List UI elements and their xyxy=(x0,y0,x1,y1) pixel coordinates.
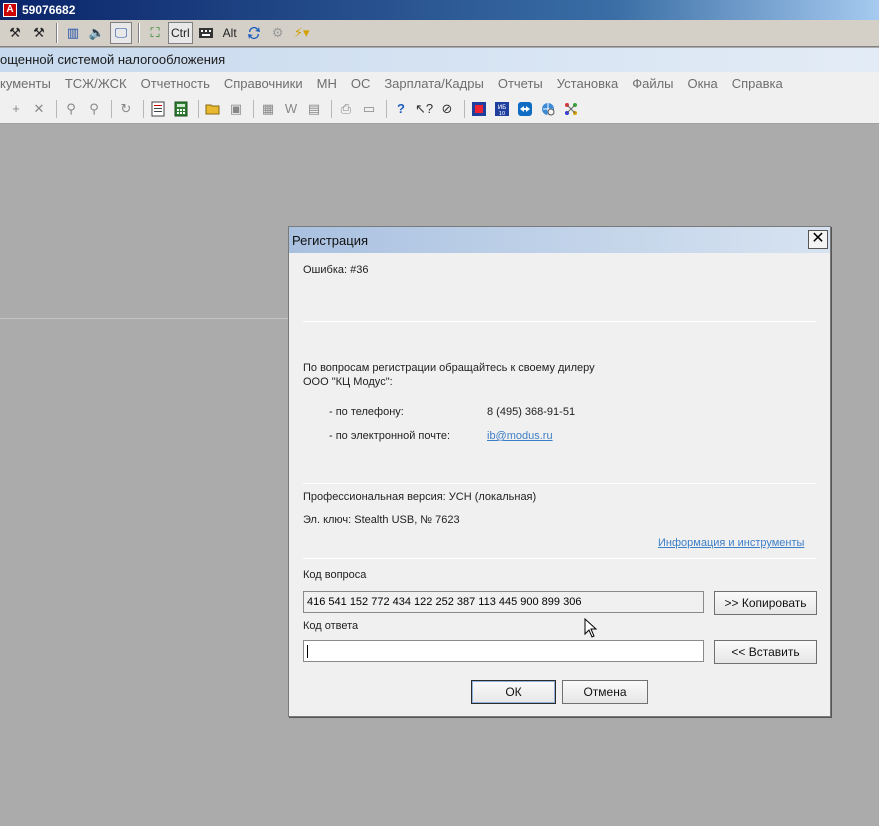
speaker-icon[interactable]: 🔈 xyxy=(86,22,108,44)
cancel-button[interactable]: Отмена xyxy=(562,680,648,704)
compass-icon[interactable]: ⊘ xyxy=(437,99,457,119)
menu-files[interactable]: Файлы xyxy=(625,76,680,91)
alt-key-button[interactable]: Alt xyxy=(219,22,241,44)
preview-icon[interactable]: ▭ xyxy=(359,99,379,119)
toolbar-separator xyxy=(56,99,57,118)
print-icon[interactable]: ⎙ xyxy=(336,99,356,119)
monitor-icon[interactable]: 🖵 xyxy=(110,22,132,44)
excel-icon[interactable]: ▦ xyxy=(258,99,278,119)
menu-mn[interactable]: МН xyxy=(310,76,344,91)
network-icon[interactable] xyxy=(561,99,581,119)
phone-label: - по телефону: xyxy=(329,406,404,418)
toolbar-separator xyxy=(331,99,332,118)
question-code-field[interactable]: 416 541 152 772 434 122 252 387 113 445 … xyxy=(303,591,704,613)
menu-setup[interactable]: Установка xyxy=(550,76,625,91)
app-toolbar: + ✕ ⚲ ⚲ ↻ ▣ ▦ W ▤ ⎙ ▭ ? ↖? ⊘ ИБ 10 xyxy=(0,94,879,124)
connect-icon[interactable]: ⚙ xyxy=(267,22,289,44)
registration-dialog: Регистрация ✕ Ошибка: #36 По вопросам ре… xyxy=(288,226,831,717)
context-help-icon[interactable]: ↖? xyxy=(414,99,434,119)
divider xyxy=(303,558,816,559)
error-text: Ошибка: #36 xyxy=(303,264,369,276)
answer-code-label: Код ответа xyxy=(303,620,359,632)
toolbar-separator xyxy=(143,99,144,118)
version-text: Профессиональная версия: УСН (локальная) xyxy=(303,491,537,503)
tools-alt-icon[interactable]: ⚒ xyxy=(28,22,50,44)
lightning-dropdown-icon[interactable]: ⚡▾ xyxy=(291,22,313,44)
teamviewer-icon[interactable] xyxy=(515,99,535,119)
menu-reports[interactable]: Отчеты xyxy=(491,76,550,91)
toolbar-separator xyxy=(253,99,254,118)
save-icon[interactable]: ▣ xyxy=(226,99,246,119)
answer-code-field[interactable] xyxy=(303,640,704,662)
book-icon[interactable] xyxy=(469,99,489,119)
menu-help[interactable]: Справка xyxy=(725,76,790,91)
add-icon[interactable]: + xyxy=(6,99,26,119)
email-label: - по электронной почте: xyxy=(329,430,451,442)
email-link[interactable]: ib@modus.ru xyxy=(487,430,553,442)
text-caret xyxy=(307,644,308,658)
menu-windows[interactable]: Окна xyxy=(681,76,725,91)
menu-directories[interactable]: Справочники xyxy=(217,76,310,91)
workspace-line xyxy=(0,318,289,319)
word-icon[interactable]: W xyxy=(281,99,301,119)
contact-line-2: ООО "КЦ Модус": xyxy=(303,376,393,388)
copy-button[interactable]: >> Копировать xyxy=(714,591,817,615)
info-tools-link[interactable]: Информация и инструменты xyxy=(658,537,804,549)
menu-payroll[interactable]: Зарплата/Кадры xyxy=(377,76,491,91)
key-text: Эл. ключ: Stealth USB, № 7623 xyxy=(303,514,460,526)
web-icon[interactable] xyxy=(538,99,558,119)
filter-icon[interactable]: ⚲ xyxy=(61,99,81,119)
remote-title-text: 59076682 xyxy=(22,3,76,17)
close-icon[interactable]: ✕ xyxy=(808,230,828,249)
filter-off-icon[interactable]: ⚲ xyxy=(84,99,104,119)
delete-icon[interactable]: ✕ xyxy=(29,99,49,119)
dialog-title-bar[interactable]: Регистрация ✕ xyxy=(289,227,830,253)
svg-text:10: 10 xyxy=(499,111,505,117)
menu-bar: кументы ТСЖ/ЖСК Отчетность Справочники М… xyxy=(0,72,879,94)
document-icon[interactable] xyxy=(148,99,168,119)
remote-window-title: A 59076682 xyxy=(0,0,879,20)
toolbar-separator xyxy=(56,23,58,43)
remote-toolbar: ⚒ ⚒ ▥ 🔈 🖵 ⛶ Ctrl Alt ⚙ ⚡▾ xyxy=(0,20,879,47)
question-code-label: Код вопроса xyxy=(303,569,367,581)
divider xyxy=(303,321,816,322)
fullscreen-icon[interactable]: ⛶ xyxy=(144,22,166,44)
archive-icon[interactable]: ▤ xyxy=(304,99,324,119)
contact-line-1: По вопросам регистрации обращайтесь к св… xyxy=(303,362,595,374)
tools-icon[interactable]: ⚒ xyxy=(4,22,26,44)
calculator-icon[interactable] xyxy=(171,99,191,119)
menu-tszh[interactable]: ТСЖ/ЖСК xyxy=(58,76,134,91)
ib10-icon[interactable]: ИБ 10 xyxy=(492,99,512,119)
phone-value: 8 (495) 368-91-51 xyxy=(487,406,576,418)
dialog-title: Регистрация xyxy=(292,233,368,248)
toolbar-separator xyxy=(138,23,140,43)
mouse-pointer-icon xyxy=(584,618,598,638)
toolbar-separator xyxy=(386,99,387,118)
open-folder-icon[interactable] xyxy=(203,99,223,119)
toolbar-separator xyxy=(111,99,112,118)
help-icon[interactable]: ? xyxy=(391,99,411,119)
toolbar-separator xyxy=(198,99,199,118)
svg-text:ИБ: ИБ xyxy=(498,104,507,111)
divider xyxy=(303,483,816,484)
refresh-icon[interactable] xyxy=(243,22,265,44)
keyboard-icon[interactable] xyxy=(195,22,217,44)
paste-button[interactable]: << Вставить xyxy=(714,640,817,664)
menu-reporting[interactable]: Отчетность xyxy=(134,76,217,91)
menu-documents[interactable]: кументы xyxy=(0,76,58,91)
menu-os[interactable]: ОС xyxy=(344,76,378,91)
remote-app-icon: A xyxy=(3,3,17,17)
ok-button[interactable]: ОК xyxy=(471,680,556,704)
columns-icon[interactable]: ▥ xyxy=(62,22,84,44)
toolbar-separator xyxy=(464,99,465,118)
reload-icon[interactable]: ↻ xyxy=(116,99,136,119)
app-title: ощенной системой налогообложения xyxy=(0,48,879,72)
ctrl-key-button[interactable]: Ctrl xyxy=(168,22,193,44)
